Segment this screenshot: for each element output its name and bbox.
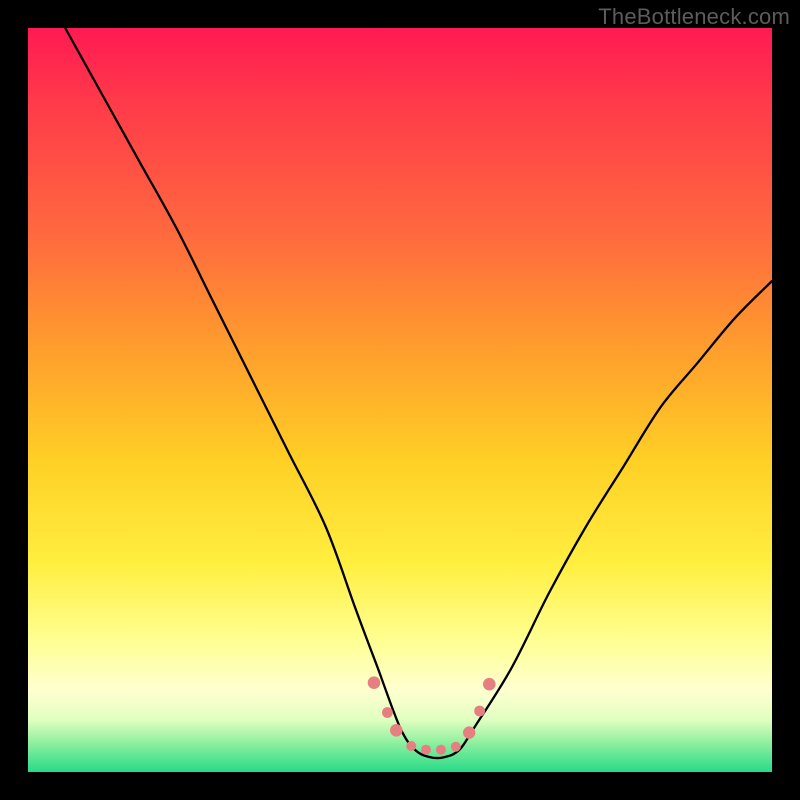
bottom-dot — [390, 724, 403, 737]
bottom-dot — [463, 726, 475, 738]
bottom-dot — [406, 741, 416, 751]
bottom-dot — [382, 707, 393, 718]
chart-plot-area — [28, 28, 772, 772]
chart-svg — [28, 28, 772, 772]
chart-frame: TheBottleneck.com — [0, 0, 800, 800]
bottom-dot — [436, 745, 446, 755]
bottom-dots-group — [368, 676, 496, 754]
bottom-dot — [451, 742, 461, 752]
bottom-dot — [421, 745, 431, 755]
watermark-text: TheBottleneck.com — [598, 4, 790, 30]
bottom-dot — [474, 706, 485, 717]
bottom-dot — [483, 678, 496, 691]
bottom-dot — [368, 676, 381, 689]
bottleneck-curve — [65, 28, 772, 758]
